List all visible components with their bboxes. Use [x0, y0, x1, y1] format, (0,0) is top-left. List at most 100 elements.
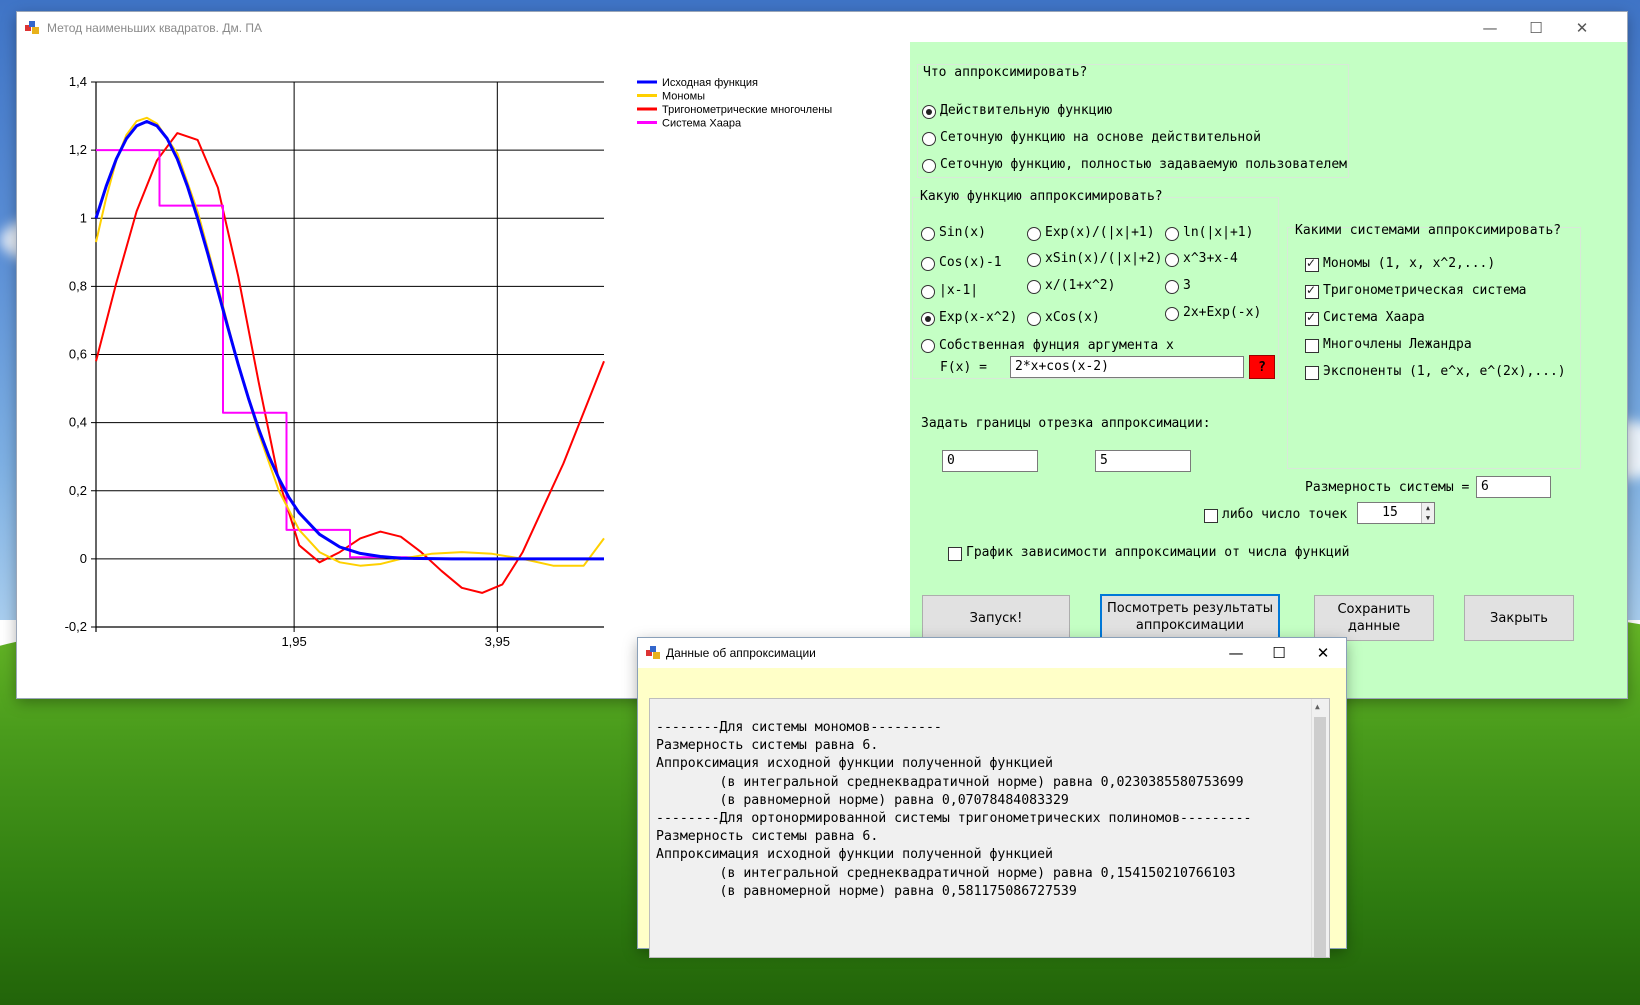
radio-col2-3-label: xCos(x): [1045, 310, 1100, 325]
radio-col2-2[interactable]: [1027, 280, 1041, 294]
y-tick-label: 0,8: [69, 278, 87, 293]
radio-col2-2-label: x/(1+x^2): [1045, 278, 1116, 293]
y-tick-label: 0,6: [69, 347, 87, 362]
result-line: (в равномерной норме) равна 0,5811750867…: [656, 883, 1077, 899]
radio-col3-2[interactable]: [1165, 280, 1179, 294]
radio-q1-1-label: Сеточную функцию на основе действительно…: [940, 130, 1261, 145]
checkbox-system-4[interactable]: [1305, 366, 1319, 380]
y-tick-label: 1,2: [69, 142, 87, 157]
x-tick-label: 3,95: [485, 634, 510, 649]
radio-col1-3[interactable]: [921, 312, 935, 326]
dimension-label: Размерность системы =: [1305, 480, 1470, 495]
radio-col1-0[interactable]: [921, 227, 935, 241]
radio-q1-2[interactable]: [922, 159, 936, 173]
dialog-title: Данные об аппроксимации: [666, 646, 816, 660]
spin-down-icon[interactable]: ▼: [1421, 513, 1434, 523]
radio-q1-0[interactable]: [922, 105, 936, 119]
help-button[interactable]: ?: [1249, 355, 1275, 379]
checkbox-system-1[interactable]: [1305, 283, 1319, 299]
main-window-title: Метод наименьших квадратов. Дм. ПА: [47, 21, 262, 35]
view-results-button[interactable]: Посмотреть результаты аппроксимации: [1100, 594, 1280, 640]
scroll-thumb[interactable]: [1314, 717, 1326, 957]
radio-col1-1-label: Cos(x)-1: [939, 255, 1002, 270]
bounds-label: Задать границы отрезка аппроксимации:: [921, 416, 1211, 431]
minimize-button[interactable]: —: [1467, 12, 1513, 44]
close-app-button[interactable]: Закрыть: [1464, 595, 1574, 641]
main-window: Метод наименьших квадратов. Дм. ПА — ☐ ✕…: [17, 12, 1627, 698]
points-value: 15: [1382, 505, 1398, 520]
bound-a-input[interactable]: 0: [942, 450, 1038, 472]
legend-label: Тригонометрические многочлены: [662, 104, 832, 116]
graph-option-checkbox[interactable]: [948, 547, 962, 561]
close-button[interactable]: ✕: [1559, 12, 1605, 44]
custom-function-label: Собственная фунция аргумента x: [939, 338, 1174, 353]
graph-option-label: График зависимости аппроксимации от числ…: [966, 545, 1350, 560]
radio-col2-0-label: Exp(x)/(|x|+1): [1045, 225, 1155, 240]
result-line: --------Для ортонормированной системы тр…: [656, 811, 1252, 827]
radio-col1-1[interactable]: [921, 257, 935, 271]
dialog-titlebar[interactable]: Данные об аппроксимации — ☐ ✕: [638, 638, 1346, 668]
result-line: (в интегральной среднеквадратичной норме…: [656, 774, 1244, 790]
radio-col2-1[interactable]: [1027, 253, 1041, 267]
checkbox-system-0[interactable]: [1305, 256, 1319, 272]
radio-col3-2-label: 3: [1183, 278, 1191, 293]
checkbox-system-2[interactable]: [1305, 310, 1319, 326]
radio-col2-3[interactable]: [1027, 312, 1041, 326]
chart-area: 1,4 1,2 1 0,8 0,6 0,4 0,2 0 -0,2 1,95 3,95 Исходная…: [17, 44, 909, 698]
radio-q1-0-label: Действительную функцию: [940, 103, 1113, 118]
radio-col1-0-label: Sin(x): [939, 225, 986, 240]
bound-b-input[interactable]: 5: [1095, 450, 1191, 472]
points-spinbox[interactable]: 15 ▲ ▼: [1357, 502, 1435, 524]
y-tick-label: 0,4: [69, 415, 87, 430]
dialog-maximize-button[interactable]: ☐: [1256, 637, 1302, 669]
checkbox-system-3-label: Многочлены Лежандра: [1323, 337, 1472, 352]
legend-label: Система Хаара: [662, 118, 742, 130]
radio-col1-3-label: Exp(x-x^2): [939, 310, 1018, 325]
result-line: (в интегральной среднеквадратичной норме…: [656, 865, 1236, 881]
radio-col2-1-label: xSin(x)/(|x|+2): [1045, 251, 1163, 266]
results-textbox[interactable]: --------Для системы мономов--------- Разм…: [649, 698, 1330, 958]
result-line: Аппроксимация исходной функции полученно…: [656, 756, 1053, 772]
legend-label: Исходная функция: [662, 77, 758, 89]
y-tick-label: 1,4: [69, 74, 87, 89]
radio-custom-function[interactable]: [921, 339, 935, 353]
radio-col3-3-label: 2x+Exp(-x): [1183, 305, 1262, 320]
main-titlebar[interactable]: Метод наименьших квадратов. Дм. ПА — ☐ ✕: [17, 12, 1627, 44]
radio-col3-3[interactable]: [1165, 307, 1179, 321]
dialog-app-icon: [646, 646, 660, 659]
radio-col3-0[interactable]: [1165, 227, 1179, 241]
save-data-button[interactable]: Сохранить данные: [1314, 595, 1434, 641]
series-line-1: [95, 116, 605, 567]
y-tick-label: 0,2: [69, 483, 87, 498]
dimension-input[interactable]: 6: [1476, 476, 1551, 498]
y-tick-label: 1: [80, 210, 87, 225]
radio-col2-0[interactable]: [1027, 227, 1041, 241]
radio-col3-1-label: x^3+x-4: [1183, 251, 1238, 266]
run-button[interactable]: Запуск!: [922, 595, 1070, 641]
radio-q1-1[interactable]: [922, 132, 936, 146]
radio-col3-1[interactable]: [1165, 253, 1179, 267]
fx-input[interactable]: 2*x+cos(x-2): [1010, 356, 1244, 378]
result-line: Размерность системы равна 6.: [656, 829, 879, 845]
radio-col1-2[interactable]: [921, 285, 935, 299]
approximation-chart: 1,4 1,2 1 0,8 0,6 0,4 0,2 0 -0,2 1,95 3,95 Исходная…: [65, 74, 833, 649]
checkbox-system-3[interactable]: [1305, 339, 1319, 353]
legend-label: Мономы: [662, 91, 705, 103]
points-checkbox[interactable]: [1204, 509, 1218, 523]
checkbox-system-0-label: Мономы (1, x, x^2,...): [1323, 256, 1496, 271]
q3-label: Какими системами аппроксимировать?: [1295, 223, 1562, 238]
result-line: Аппроксимация исходной функции полученно…: [656, 847, 1053, 863]
series-line-2: [95, 132, 605, 594]
scroll-up-icon[interactable]: ▲: [1315, 702, 1320, 711]
checkbox-system-2-label: Система Хаара: [1323, 310, 1425, 325]
dialog-minimize-button[interactable]: —: [1213, 637, 1259, 669]
checkbox-system-1-label: Тригонометрическая система: [1323, 283, 1527, 298]
result-line: Размерность системы равна 6.: [656, 738, 879, 754]
vertical-scrollbar[interactable]: ▲: [1311, 699, 1329, 957]
y-tick-label: -0,2: [65, 619, 87, 634]
radio-col1-2-label: |x-1|: [939, 283, 979, 298]
result-line: (в равномерной норме) равна 0,0707848408…: [656, 792, 1069, 808]
fx-label: F(x) =: [940, 360, 987, 375]
maximize-button[interactable]: ☐: [1513, 12, 1559, 44]
dialog-close-button[interactable]: ✕: [1300, 637, 1346, 669]
